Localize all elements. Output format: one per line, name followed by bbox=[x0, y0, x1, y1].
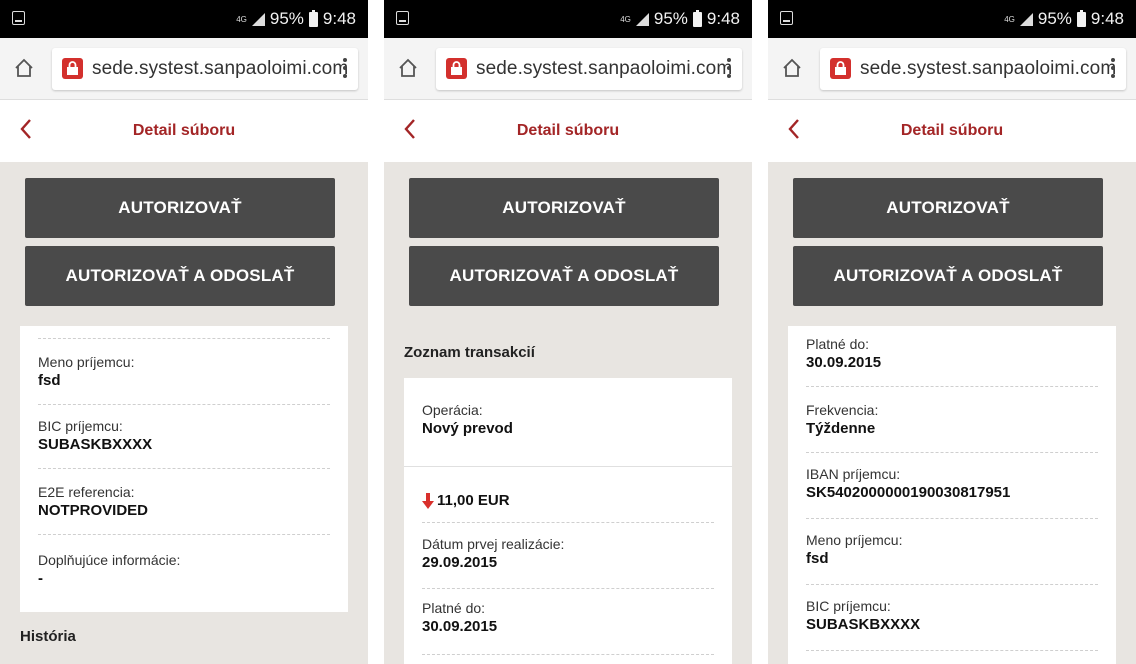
address-bar[interactable]: sede.systest.sanpaoloimi.com bbox=[820, 48, 1126, 90]
field-value: 29.09.2015 bbox=[422, 554, 498, 571]
browser-toolbar: sede.systest.sanpaoloimi.com bbox=[384, 38, 752, 100]
signal-icon bbox=[1019, 12, 1033, 26]
overflow-menu-icon[interactable] bbox=[342, 58, 348, 78]
field-label: Platné do: bbox=[806, 336, 870, 352]
page-title: Detail súboru bbox=[132, 122, 236, 139]
detail-field: E2E referencia: NOTPROVIDED bbox=[38, 484, 330, 519]
detail-field: Platné do: 30.09.2015 bbox=[422, 600, 714, 635]
detail-field: Frekvencia: Týždenne bbox=[806, 402, 1098, 437]
authorize-send-button[interactable]: AUTORIZOVAŤ A ODOSLAŤ bbox=[25, 246, 335, 306]
field-value: SUBASKBXXXX bbox=[806, 616, 921, 633]
signal-icon bbox=[251, 12, 265, 26]
field-label: BIC príjemcu: bbox=[38, 418, 123, 434]
battery-percent: 95% bbox=[653, 9, 688, 28]
detail-field: Platné do: 30.09.2015 bbox=[806, 336, 1098, 371]
field-label: Meno príjemcu: bbox=[806, 532, 903, 548]
detail-field: BIC príjemcu: SUBASKBXXXX bbox=[806, 598, 1098, 633]
field-label: Doplňujúce informácie: bbox=[38, 552, 181, 568]
field-value: - bbox=[38, 570, 43, 587]
screenshot-notification-icon bbox=[12, 11, 25, 25]
field-value: SK5402000000190030817951 bbox=[806, 484, 1011, 501]
signal-icon bbox=[635, 12, 649, 26]
network-type: 4G bbox=[620, 14, 631, 24]
authorize-send-button[interactable]: AUTORIZOVAŤ A ODOSLAŤ bbox=[409, 246, 719, 306]
field-value: fsd bbox=[806, 550, 829, 567]
authorize-button[interactable]: AUTORIZOVAŤ bbox=[25, 178, 335, 238]
address-bar[interactable]: sede.systest.sanpaoloimi.com bbox=[52, 48, 358, 90]
field-label: Meno príjemcu: bbox=[38, 354, 135, 370]
field-value: 30.09.2015 bbox=[422, 618, 498, 635]
lock-icon bbox=[62, 58, 83, 79]
network-type: 4G bbox=[236, 14, 247, 24]
clock: 9:48 bbox=[1090, 9, 1124, 28]
browser-toolbar: sede.systest.sanpaoloimi.com bbox=[0, 38, 368, 100]
detail-field: Meno príjemcu: fsd bbox=[806, 532, 1098, 567]
field-value: 30.09.2015 bbox=[806, 354, 882, 371]
field-label: E2E referencia: bbox=[38, 484, 135, 500]
battery-icon bbox=[308, 9, 318, 27]
field-label: Operácia: bbox=[422, 402, 483, 418]
clock: 9:48 bbox=[706, 9, 740, 28]
overflow-menu-icon[interactable] bbox=[726, 58, 732, 78]
overflow-menu-icon[interactable] bbox=[1110, 58, 1116, 78]
lock-icon bbox=[830, 58, 851, 79]
transaction-details-card: Platné do: 30.09.2015 Frekvencia: Týžden… bbox=[788, 326, 1116, 664]
field-value: Nový prevod bbox=[422, 420, 513, 437]
phone-screen-1: 4G 95% 9:48 sede.systest.sanpaoloimi.com… bbox=[0, 0, 368, 664]
screenshot-notification-icon bbox=[396, 11, 409, 25]
field-label: Frekvencia: bbox=[806, 402, 879, 418]
field-value: fsd bbox=[38, 372, 61, 389]
field-label: Platné do: bbox=[422, 600, 486, 616]
screenshot-notification-icon bbox=[780, 11, 793, 25]
page-header: Detail súboru bbox=[0, 100, 368, 162]
detail-field: Operácia: Nový prevod bbox=[422, 402, 714, 437]
transaction-amount: 11,00 EUR bbox=[422, 492, 510, 509]
recipient-details-card: Meno príjemcu: fsd BIC príjemcu: SUBASKB… bbox=[20, 326, 348, 612]
battery-percent: 95% bbox=[269, 9, 304, 28]
url-text: sede.systest.sanpaoloimi.com bbox=[860, 58, 1117, 79]
network-type: 4G bbox=[1004, 14, 1015, 24]
address-bar[interactable]: sede.systest.sanpaoloimi.com bbox=[436, 48, 742, 90]
battery-icon bbox=[1076, 9, 1086, 27]
home-icon[interactable] bbox=[782, 58, 802, 78]
transaction-card[interactable]: Operácia: Nový prevod 11,00 EUR Dátum pr… bbox=[404, 378, 732, 664]
authorize-button[interactable]: AUTORIZOVAŤ bbox=[409, 178, 719, 238]
detail-field: BIC príjemcu: SUBASKBXXXX bbox=[38, 418, 330, 453]
status-bar: 4G 95% 9:48 bbox=[768, 0, 1136, 38]
field-label: IBAN príjemcu: bbox=[806, 466, 901, 482]
page-title: Detail súboru bbox=[516, 122, 620, 139]
home-icon[interactable] bbox=[14, 58, 34, 78]
field-label: Dátum prvej realizácie: bbox=[422, 536, 565, 552]
field-label: BIC príjemcu: bbox=[806, 598, 891, 614]
detail-field: Meno príjemcu: fsd bbox=[38, 354, 330, 389]
phone-screen-2: 4G 95% 9:48 sede.systest.sanpaoloimi.com… bbox=[384, 0, 752, 664]
field-value: Týždenne bbox=[806, 420, 876, 437]
phone-screen-3: 4G 95% 9:48 sede.systest.sanpaoloimi.com… bbox=[768, 0, 1136, 664]
battery-percent: 95% bbox=[1037, 9, 1072, 28]
browser-toolbar: sede.systest.sanpaoloimi.com bbox=[768, 38, 1136, 100]
amount-value: 11,00 EUR bbox=[437, 492, 510, 509]
page-title: Detail súboru bbox=[900, 122, 1004, 139]
lock-icon bbox=[446, 58, 467, 79]
status-bar: 4G 95% 9:48 bbox=[384, 0, 752, 38]
history-heading: História bbox=[20, 628, 76, 645]
transactions-heading: Zoznam transakcií bbox=[404, 344, 535, 361]
detail-field: Doplňujúce informácie: - bbox=[38, 552, 330, 587]
status-bar: 4G 95% 9:48 bbox=[0, 0, 368, 38]
authorize-send-button[interactable]: AUTORIZOVAŤ A ODOSLAŤ bbox=[793, 246, 1103, 306]
home-icon[interactable] bbox=[398, 58, 418, 78]
field-value: NOTPROVIDED bbox=[38, 502, 149, 519]
detail-field: Dátum prvej realizácie: 29.09.2015 bbox=[422, 536, 714, 571]
url-text: sede.systest.sanpaoloimi.com bbox=[476, 58, 733, 79]
detail-field: IBAN príjemcu: SK5402000000190030817951 bbox=[806, 466, 1098, 501]
battery-icon bbox=[692, 9, 702, 27]
field-value: SUBASKBXXXX bbox=[38, 436, 153, 453]
authorize-button[interactable]: AUTORIZOVAŤ bbox=[793, 178, 1103, 238]
page-header: Detail súboru bbox=[768, 100, 1136, 162]
down-arrow-icon bbox=[422, 492, 434, 509]
clock: 9:48 bbox=[322, 9, 356, 28]
page-header: Detail súboru bbox=[384, 100, 752, 162]
url-text: sede.systest.sanpaoloimi.com bbox=[92, 58, 349, 79]
